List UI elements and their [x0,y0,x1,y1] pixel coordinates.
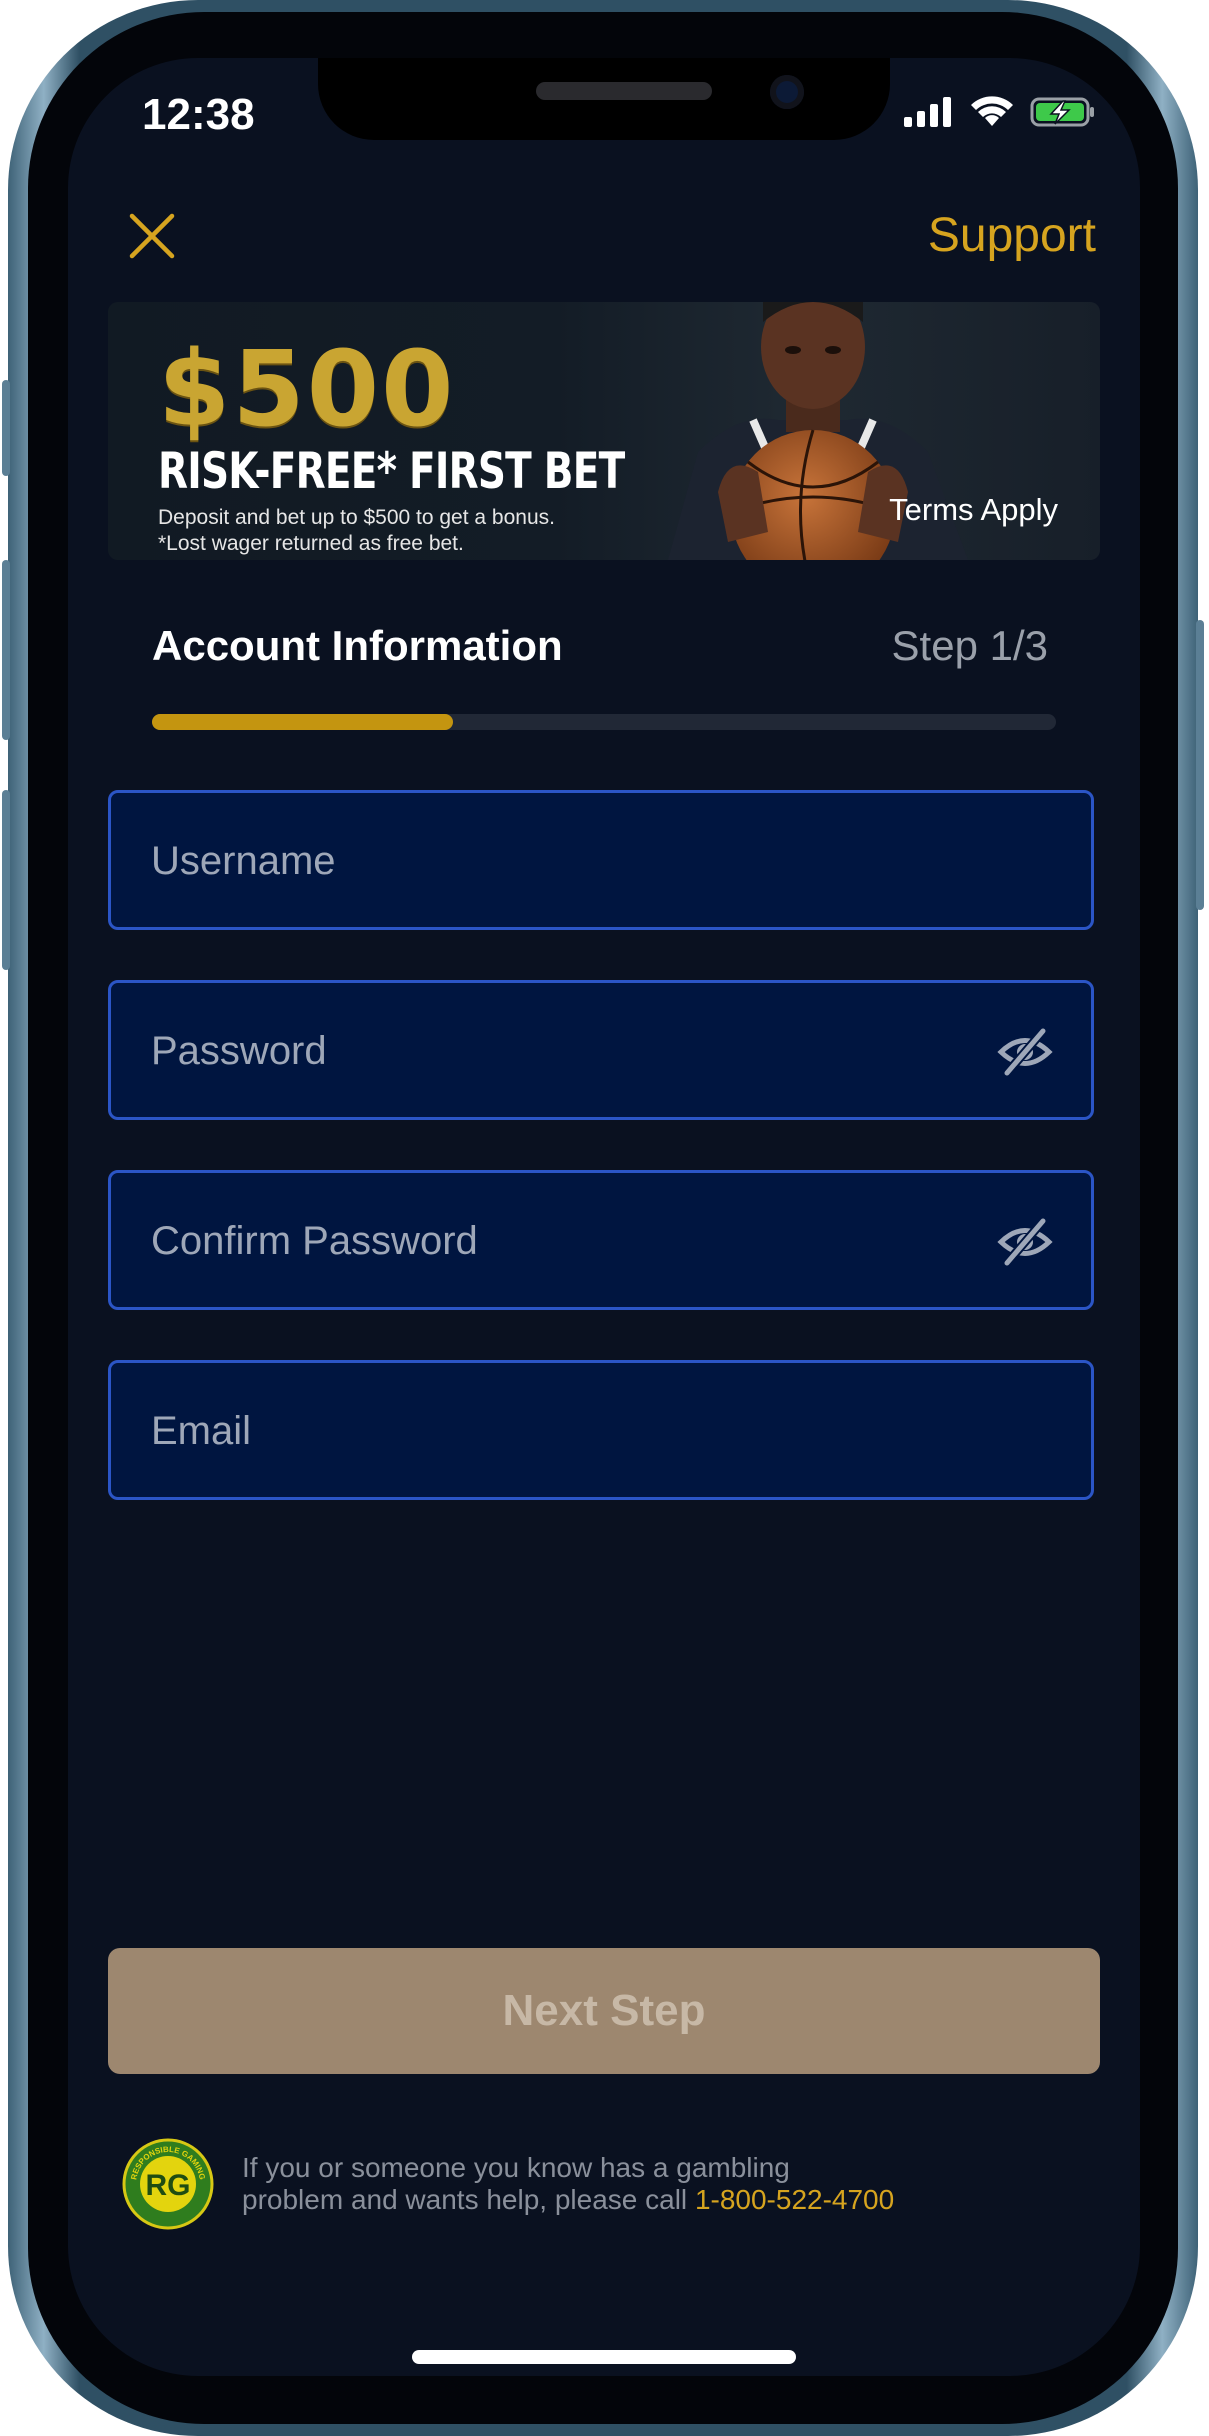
step-progress-bar [152,714,1056,730]
promo-line-1: Deposit and bet up to $500 to get a bonu… [158,506,555,529]
status-icons [904,96,1096,128]
eye-slash-icon[interactable] [997,1027,1053,1077]
close-button[interactable] [126,210,178,262]
email-placeholder: Email [151,1409,252,1453]
signal-icon [904,97,951,127]
section-title: Account Information [152,622,563,669]
help-line-2: problem and wants help, please call 1-80… [242,2184,1002,2216]
confirm-password-field[interactable]: Confirm Password [108,1170,1094,1310]
status-time: 12:38 [142,90,255,139]
username-placeholder: Username [151,839,336,883]
wifi-icon [971,96,1013,126]
promo-amount: $500 [158,328,456,450]
help-line-2-text: problem and wants help, please call [242,2184,695,2215]
help-line-1: If you or someone you know has a gamblin… [242,2152,790,2183]
password-field[interactable]: Password [108,980,1094,1120]
promo-banner[interactable]: $500 RISK-FREE* FIRST BET Deposit and be… [108,302,1100,560]
support-link[interactable]: Support [928,208,1096,263]
username-field[interactable]: Username [108,790,1094,930]
side-button-volume-down [2,790,10,970]
eye-slash-icon[interactable] [997,1217,1053,1267]
gambling-help-text: If you or someone you know has a gamblin… [242,2152,1002,2216]
battery-charging-icon [1030,97,1094,127]
speaker [536,82,712,100]
app-screen: 12:38 Support $500 RISK-FREE* FIRST BET … [68,58,1140,2376]
step-indicator: Step 1/3 [891,622,1048,669]
rg-logo-text: RG [146,2169,191,2202]
confirm-password-placeholder: Confirm Password [151,1219,478,1263]
email-field[interactable]: Email [108,1360,1094,1500]
home-indicator[interactable] [412,2350,796,2364]
promo-headline: RISK-FREE* FIRST BET [158,442,625,500]
next-step-button[interactable]: Next Step [108,1948,1100,2074]
side-button-power [1196,620,1204,910]
close-icon [129,213,175,259]
responsible-gaming-logo[interactable]: RG RESPONSIBLE GAMING [122,2138,214,2230]
front-camera [770,75,804,109]
password-placeholder: Password [151,1029,327,1073]
terms-apply-link[interactable]: Terms Apply [889,492,1058,528]
promo-line-2: *Lost wager returned as free bet. [158,532,464,555]
side-button-volume-up [2,560,10,740]
side-button-mute [2,380,10,476]
step-progress-fill [152,714,454,730]
helpline-phone-link[interactable]: 1-800-522-4700 [695,2184,894,2215]
notch [318,58,890,140]
